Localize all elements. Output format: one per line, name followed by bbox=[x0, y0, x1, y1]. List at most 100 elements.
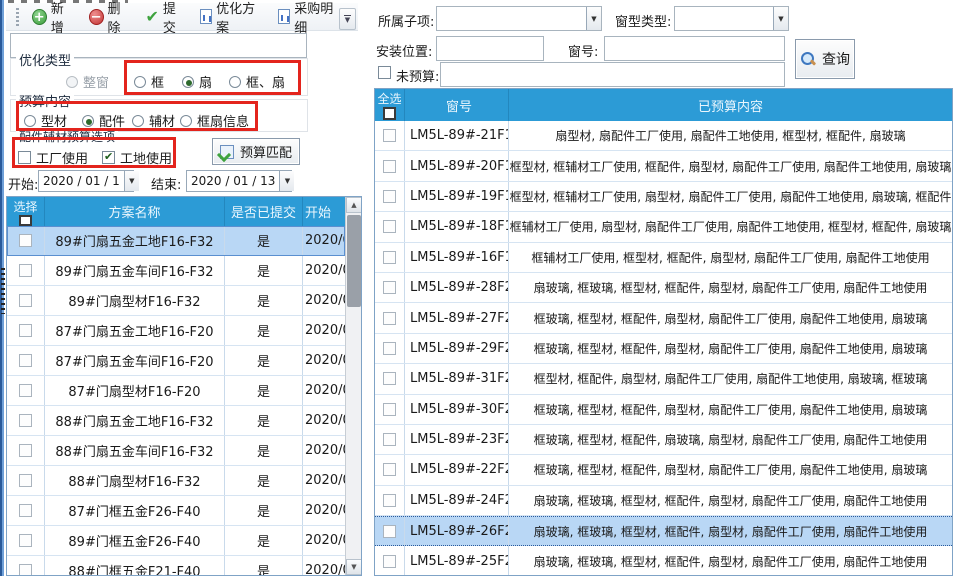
row-checkbox[interactable] bbox=[383, 372, 396, 385]
plan-name-cell: 87#门框五金F26-F40 bbox=[45, 496, 225, 525]
row-checkbox[interactable] bbox=[383, 555, 396, 568]
row-checkbox[interactable] bbox=[19, 474, 32, 487]
plan-table-row[interactable]: 88#门扇五金车间F16-F32 是 2020/0 bbox=[7, 436, 345, 466]
opt-type-radio[interactable]: 扇 bbox=[182, 72, 212, 91]
plan-table-row[interactable]: 89#门扇五金车间F16-F32 是 2020/0 bbox=[7, 256, 345, 286]
chevron-down-icon[interactable]: ▼ bbox=[124, 171, 139, 191]
date-start-picker[interactable]: 2020 / 01 / 1 ▼ bbox=[38, 170, 134, 192]
sub-item-combobox[interactable]: ▼ bbox=[436, 6, 602, 31]
row-checkbox[interactable] bbox=[383, 220, 396, 233]
budget-table-row[interactable]: LM5L-89#-28F26 扇玻璃, 框玻璃, 框型材, 框配件, 扇型材, … bbox=[375, 273, 952, 303]
usage-checkbox[interactable]: 工厂使用 bbox=[18, 148, 88, 167]
query-button[interactable]: 查询 bbox=[795, 39, 855, 79]
plan-table-row[interactable]: 87#门扇五金车间F16-F20 是 2020/0 bbox=[7, 346, 345, 376]
budget-match-button[interactable]: 预算匹配 bbox=[212, 138, 300, 165]
row-select-cell bbox=[375, 212, 405, 241]
row-checkbox[interactable] bbox=[383, 342, 396, 355]
row-checkbox[interactable] bbox=[383, 525, 396, 538]
row-checkbox[interactable] bbox=[383, 160, 396, 173]
no-budget-checkbox[interactable] bbox=[378, 66, 391, 79]
budget-content-radio[interactable]: 辅材 bbox=[132, 111, 175, 130]
select-all-checkbox[interactable] bbox=[19, 215, 32, 226]
plan-name-column-header[interactable]: 方案名称 bbox=[45, 197, 225, 226]
add-button-label: 新增 bbox=[51, 0, 75, 36]
row-checkbox[interactable] bbox=[383, 312, 396, 325]
row-select-cell bbox=[7, 256, 45, 285]
chevron-down-icon[interactable]: ▼ bbox=[586, 7, 601, 30]
budget-table-row[interactable]: LM5L-89#-24F22 扇玻璃, 框玻璃, 框型材, 框配件, 扇型材, … bbox=[375, 486, 952, 516]
row-checkbox[interactable] bbox=[383, 403, 396, 416]
scroll-up-icon[interactable]: ▲ bbox=[346, 197, 362, 213]
start-date-cell: 2020/0 bbox=[303, 436, 346, 465]
row-checkbox[interactable] bbox=[19, 414, 32, 427]
row-checkbox[interactable] bbox=[19, 444, 32, 457]
budget-table-row[interactable]: LM5L-89#-29F27 框玻璃, 框型材, 框配件, 扇型材, 扇配件工厂… bbox=[375, 334, 952, 364]
no-budget-input[interactable] bbox=[440, 62, 785, 87]
row-checkbox[interactable] bbox=[19, 294, 32, 307]
row-checkbox[interactable] bbox=[383, 494, 396, 507]
plan-table-row[interactable]: 89#门框五金F26-F40 是 2020/0 bbox=[7, 526, 345, 556]
toolbar-overflow-button[interactable]: ▼ bbox=[339, 8, 356, 30]
install-position-input[interactable] bbox=[436, 36, 544, 61]
budget-table-row[interactable]: LM5L-89#-22F20 框玻璃, 框型材, 框配件, 扇型材, 扇配件工厂… bbox=[375, 455, 952, 485]
budget-table-row[interactable]: LM5L-89#-21F19 扇型材, 扇配件工厂使用, 扇配件工地使用, 框型… bbox=[375, 121, 952, 151]
budget-table-row[interactable]: LM5L-89#-19F17 框型材, 框辅材工厂使用, 扇型材, 扇配件工厂使… bbox=[375, 182, 952, 212]
plan-table-row[interactable]: 87#门框五金F26-F40 是 2020/0 bbox=[7, 496, 345, 526]
row-checkbox[interactable] bbox=[19, 504, 32, 517]
budget-table-row[interactable]: LM5L-89#-26F24 扇玻璃, 框玻璃, 框型材, 框配件, 扇型材, … bbox=[375, 516, 952, 546]
budget-table-row[interactable]: LM5L-89#-30F28 框玻璃, 框型材, 框配件, 扇型材, 扇配件工厂… bbox=[375, 395, 952, 425]
row-checkbox[interactable] bbox=[383, 463, 396, 476]
plan-table-row[interactable]: 88#门扇五金工地F16-F32 是 2020/0 bbox=[7, 406, 345, 436]
row-checkbox[interactable] bbox=[383, 190, 396, 203]
plan-table-row[interactable]: 89#门扇五金工地F16-F32 是 2020/0 bbox=[7, 226, 345, 256]
budgeted-content-column-header[interactable]: 已预算内容 bbox=[509, 89, 952, 121]
budget-table-row[interactable]: LM5L-89#-16F15 框辅材工厂使用, 框型材, 框配件, 扇型材, 扇… bbox=[375, 243, 952, 273]
chevron-down-icon[interactable]: ▼ bbox=[279, 171, 294, 191]
scroll-down-icon[interactable]: ▼ bbox=[346, 559, 362, 575]
vertical-scrollbar[interactable]: ▲ ▼ bbox=[345, 197, 361, 575]
window-type-combobox[interactable]: ▼ bbox=[674, 6, 789, 31]
row-checkbox[interactable] bbox=[383, 433, 396, 446]
budget-table-row[interactable]: LM5L-89#-23F21 框玻璃, 框型材, 框配件, 扇玻璃, 扇型材, … bbox=[375, 425, 952, 455]
opt-type-radio[interactable]: 框、扇 bbox=[229, 72, 285, 91]
row-checkbox[interactable] bbox=[383, 251, 396, 264]
row-checkbox[interactable] bbox=[19, 324, 32, 337]
row-checkbox[interactable] bbox=[19, 384, 32, 397]
row-checkbox[interactable] bbox=[19, 564, 32, 576]
budget-table-row[interactable]: LM5L-89#-20F18 框型材, 框辅材工厂使用, 框配件, 扇型材, 扇… bbox=[375, 151, 952, 181]
budget-table-row[interactable]: LM5L-89#-31F29 框型材, 框配件, 扇型材, 扇配件工厂使用, 扇… bbox=[375, 364, 952, 394]
plan-table-row[interactable]: 88#门扇型材F16-F32 是 2020/0 bbox=[7, 466, 345, 496]
submitted-column-header[interactable]: 是否已提交 bbox=[225, 197, 303, 226]
date-end-picker[interactable]: 2020 / 01 / 13 ▼ bbox=[186, 170, 292, 192]
budget-table-row[interactable]: LM5L-89#-27F25 框玻璃, 框型材, 框配件, 扇型材, 扇配件工厂… bbox=[375, 303, 952, 333]
window-no-column-header[interactable]: 窗号 bbox=[405, 89, 509, 121]
budget-table-row[interactable]: LM5L-89#-25F23 扇玻璃, 框玻璃, 框型材, 框配件, 扇型材, … bbox=[375, 546, 952, 576]
opt-type-radio[interactable]: 框 bbox=[134, 72, 164, 91]
plan-table-row[interactable]: 88#门框五金F21-F40 是 2020/0 bbox=[7, 556, 345, 576]
usage-checkbox[interactable]: 工地使用 bbox=[102, 148, 172, 167]
scrollbar-thumb[interactable] bbox=[347, 215, 361, 307]
row-checkbox[interactable] bbox=[19, 534, 32, 547]
row-checkbox[interactable] bbox=[383, 281, 396, 294]
plan-table-row[interactable]: 89#门扇型材F16-F32 是 2020/0 bbox=[7, 286, 345, 316]
submitted-cell: 是 bbox=[225, 556, 303, 576]
row-checkbox[interactable] bbox=[383, 129, 396, 142]
plan-table-row[interactable]: 87#门扇型材F16-F20 是 2020/0 bbox=[7, 376, 345, 406]
row-checkbox[interactable] bbox=[19, 354, 32, 367]
chevron-down-icon[interactable]: ▼ bbox=[773, 7, 788, 30]
radio-icon bbox=[180, 115, 192, 127]
budget-content-radio[interactable]: 框扇信息 bbox=[180, 111, 249, 130]
radio-label: 扇 bbox=[199, 72, 212, 91]
row-checkbox[interactable] bbox=[19, 234, 32, 247]
plan-table-row[interactable]: 87#门扇五金工地F16-F20 是 2020/0 bbox=[7, 316, 345, 346]
toolbar-grip[interactable] bbox=[16, 8, 19, 26]
row-checkbox[interactable] bbox=[19, 264, 32, 277]
start-column-header[interactable]: 开始 bbox=[303, 197, 346, 226]
budgeted-content-cell: 扇型材, 扇配件工厂使用, 扇配件工地使用, 框型材, 框配件, 扇玻璃 bbox=[509, 121, 952, 150]
budget-table-row[interactable]: LM5L-89#-18F16 框辅材工厂使用, 扇型材, 扇配件工厂使用, 扇配… bbox=[375, 212, 952, 242]
window-no-input[interactable] bbox=[604, 36, 785, 61]
opt-type-radio[interactable]: 整窗 bbox=[66, 72, 109, 91]
opt-type-radios: 整窗 框 扇 框、扇 bbox=[10, 66, 308, 92]
splitter-grip[interactable] bbox=[1, 268, 5, 314]
select-all-checkbox[interactable] bbox=[383, 107, 396, 120]
